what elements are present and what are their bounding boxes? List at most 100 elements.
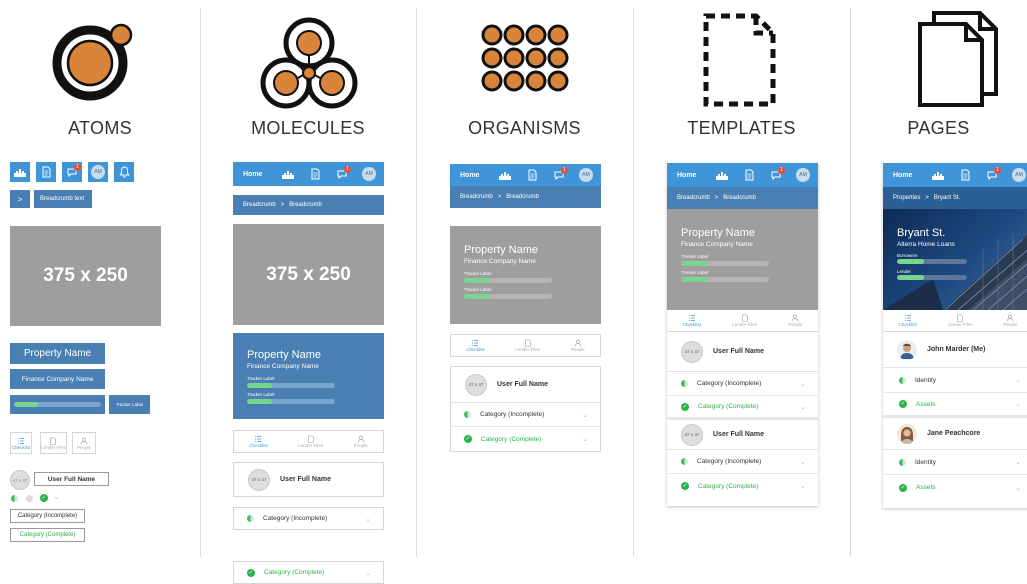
home-link[interactable]: Home (243, 171, 277, 178)
cloud-icon[interactable] (715, 171, 729, 180)
template-phone: Home 1 AM Breadcrumb > Breadcrumb Proper… (667, 163, 818, 506)
dashed-page-icon (703, 13, 776, 107)
complete-status-icon: ✓ (681, 482, 689, 490)
tab-lender-files[interactable]: Lender Files (515, 339, 540, 352)
chevron-down-icon: ⌄ (365, 515, 371, 523)
tab-checklist[interactable]: Checklist (10, 432, 32, 454)
tracker-label: Tracker Label (247, 392, 275, 397)
avatar[interactable]: AM (1012, 168, 1026, 182)
chat-icon-button[interactable]: 1 (62, 162, 82, 182)
avatar[interactable]: AM (362, 167, 376, 181)
progress-bar (897, 275, 967, 280)
document-icon[interactable] (745, 169, 754, 181)
tab-people[interactable]: People (1003, 314, 1018, 327)
tab-people[interactable]: People (72, 432, 96, 454)
chevron-down-icon: ⌄ (1015, 377, 1021, 384)
finance-company-label: Finance Company Name (10, 369, 105, 389)
category-row-incomplete[interactable]: Category (Incomplete) ⌄ (451, 403, 600, 427)
tracker-bar-atom (10, 395, 105, 414)
tab-checklist[interactable]: Checklist (466, 339, 485, 352)
user-photo (897, 423, 917, 444)
cloud-icon[interactable] (281, 170, 295, 179)
user-row[interactable]: 47 x 47 User Full Name (233, 462, 384, 497)
cloud-icon-button[interactable] (10, 162, 30, 182)
complete-status-icon: ✓ (247, 568, 255, 577)
category-row-incomplete[interactable]: Category (Incomplete) ⌄ (667, 372, 818, 396)
home-link[interactable]: Home (677, 172, 711, 179)
chat-icon[interactable]: 1 (986, 166, 1001, 181)
cloud-icon[interactable] (498, 171, 512, 180)
tab-checklist[interactable]: Checklist (249, 435, 268, 448)
cloud-icon (14, 168, 26, 177)
chevron-down-icon: ⌄ (800, 380, 806, 388)
user-row[interactable]: 47 x 47 User Full Name (667, 420, 818, 450)
breadcrumb[interactable]: Breadcrumb > Breadcrumb (667, 187, 818, 209)
document-icon[interactable] (961, 169, 970, 181)
checklist-icon (904, 315, 911, 321)
breadcrumb[interactable]: Breadcrumb > Breadcrumb (450, 186, 601, 208)
tab-checklist[interactable]: Checklist (898, 314, 917, 327)
category-row-incomplete[interactable]: Category (Incomplete) ⌄ (233, 507, 384, 530)
tracker-label: Tracker Label (247, 376, 275, 381)
chevron-down-icon: ⌄ (1015, 484, 1021, 492)
breadcrumb[interactable]: Breadcrumb > Breadcrumb (233, 195, 384, 215)
column-title: TEMPLATES (687, 118, 796, 138)
tab-lender-files[interactable]: Lender Files (298, 435, 323, 448)
category-row-complete[interactable]: ✓ Category (Complete) ⌄ (233, 561, 384, 584)
header-bar: Home 1 AM (883, 163, 1027, 187)
tab-lender-files[interactable]: Lender Files (40, 432, 67, 454)
header-bar: Home 1 AM (233, 162, 384, 186)
home-link[interactable]: Home (460, 172, 494, 179)
document-icon-button[interactable] (36, 162, 56, 182)
chat-icon[interactable]: 1 (553, 166, 568, 181)
person-icon (791, 314, 799, 322)
chevron-down-icon: ⌄ (800, 403, 806, 411)
user-row[interactable]: 47 x 47 User Full Name (451, 367, 600, 403)
chevron-down-icon: ⌄ (365, 569, 371, 577)
chevron-down-icon: ⌄ (1015, 459, 1021, 466)
avatar-button[interactable]: AM (88, 162, 108, 182)
breadcrumb[interactable]: Properties > Bryant St. (883, 187, 1027, 209)
user-row[interactable]: 47 x 47 User Full Name (667, 332, 818, 372)
tab-people[interactable]: People (788, 314, 802, 327)
category-row-incomplete[interactable]: Identity ⌄ (883, 368, 1027, 393)
tab-lender-files[interactable]: Lender Files (732, 314, 757, 327)
user-row[interactable]: John Marder (Me) (883, 332, 1027, 368)
document-icon (42, 166, 50, 178)
tracker-label: Tracker Label (681, 270, 709, 275)
checklist-icon (255, 436, 262, 442)
chat-icon[interactable]: 1 (770, 166, 785, 181)
avatar[interactable]: AM (579, 168, 593, 182)
document-icon[interactable] (311, 168, 320, 180)
category-row-incomplete[interactable]: Identity ⌄ (883, 450, 1027, 475)
tab-lender-files[interactable]: Lender Files (948, 314, 973, 327)
column-pages: PAGES Home 1 AM Properties > Bryant St. (850, 0, 1027, 557)
document-icon[interactable] (528, 169, 537, 181)
home-link[interactable]: Home (893, 172, 927, 179)
category-row-incomplete[interactable]: Category (Incomplete) ⌄ (667, 450, 818, 474)
category-row-complete[interactable]: ✓ Assets ⌄ (883, 475, 1027, 500)
tab-people[interactable]: People (354, 435, 368, 448)
avatar: AM (91, 165, 105, 179)
chevron-right-icon[interactable]: > (10, 190, 30, 208)
page-phone: Home 1 AM Properties > Bryant St. Bryant… (883, 163, 1027, 508)
user-row[interactable]: Jane Peachcore (883, 418, 1027, 450)
avatar[interactable]: AM (796, 168, 810, 182)
bell-icon-button[interactable] (114, 162, 134, 182)
person-icon (357, 435, 364, 443)
category-row-complete[interactable]: ✓ Assets ⌄ (883, 393, 1027, 418)
property-card: Property Name Finance Company Name Track… (233, 333, 384, 419)
tracker-label: Tracker Label (681, 254, 709, 259)
chat-icon[interactable]: 1 (336, 165, 351, 180)
tab-people[interactable]: People (571, 339, 585, 352)
progress-bar (14, 402, 101, 407)
category-row-complete[interactable]: ✓ Category (Complete) ⌄ (667, 396, 818, 420)
tab-checklist[interactable]: Checklist (683, 314, 701, 327)
category-row-complete[interactable]: ✓ Category (Complete) ⌄ (667, 474, 818, 498)
incomplete-status-icon (11, 495, 18, 502)
category-row-complete[interactable]: ✓ Category (Complete) ⌄ (451, 427, 600, 451)
breadcrumb-text[interactable]: Breadcrumb text (34, 190, 92, 208)
chevron-down-icon: ⌄ (582, 411, 588, 419)
file-icon (50, 436, 57, 445)
cloud-icon[interactable] (931, 171, 945, 180)
